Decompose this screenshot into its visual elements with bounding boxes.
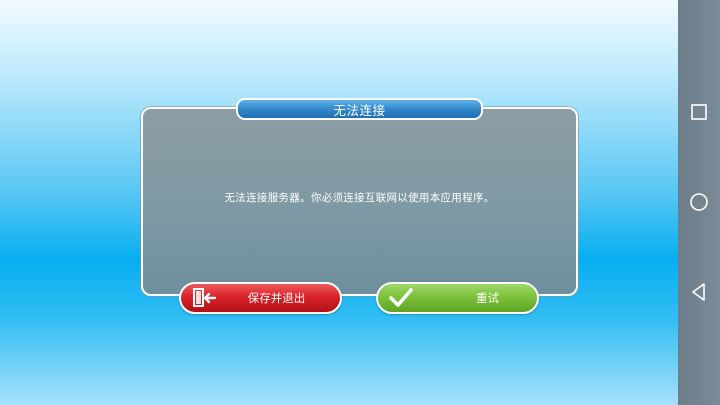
- square-icon: [691, 104, 707, 120]
- retry-button[interactable]: 重试: [376, 282, 539, 314]
- app-screen: 无法连接 无法连接服务器。你必须连接互联网以使用本应用程序。 保存并退出 重试: [0, 0, 720, 405]
- system-navigation-bar: [678, 0, 720, 405]
- checkmark-icon: [389, 288, 413, 307]
- save-and-quit-button[interactable]: 保存并退出: [179, 282, 342, 314]
- nav-home-button[interactable]: [678, 182, 720, 222]
- nav-recents-button[interactable]: [678, 92, 720, 132]
- dialog-message: 无法连接服务器。你必须连接互联网以使用本应用程序。: [224, 192, 495, 204]
- triangle-back-icon: [692, 283, 705, 301]
- exit-door-icon: [193, 288, 217, 307]
- nav-back-button[interactable]: [678, 272, 720, 312]
- save-and-quit-label: 保存并退出: [247, 291, 306, 305]
- circle-icon: [690, 193, 708, 211]
- retry-label: 重试: [476, 291, 499, 305]
- dialog-title: 无法连接: [236, 98, 483, 120]
